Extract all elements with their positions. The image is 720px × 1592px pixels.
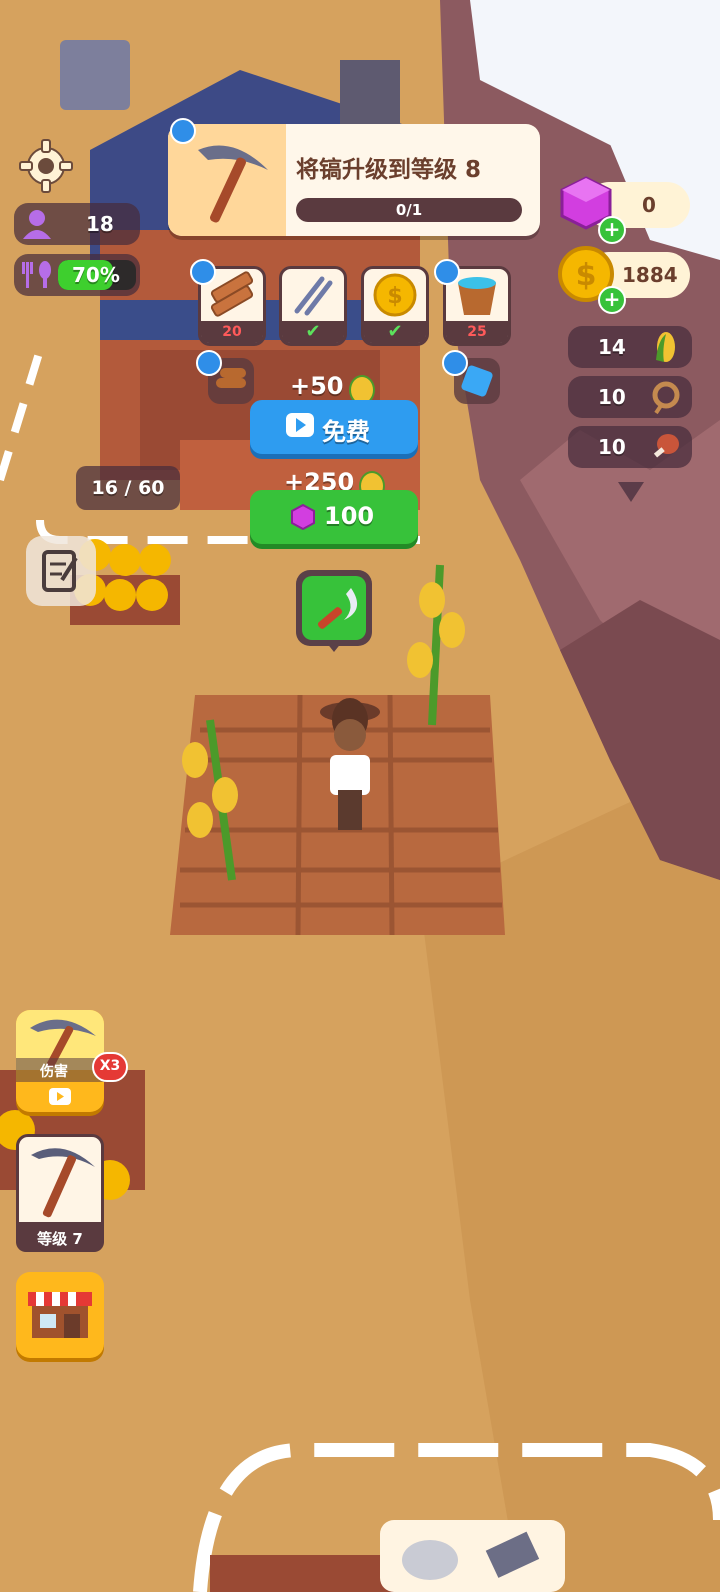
inventory-corn-count: 14: [598, 335, 626, 359]
add-gems-button[interactable]: +: [598, 216, 626, 244]
free-offer-amount: +50: [290, 372, 344, 400]
expand-inventory-icon[interactable]: [618, 482, 644, 502]
inventory-meat: 10: [568, 426, 692, 468]
shop-icon: [28, 1292, 92, 1338]
gems-value: 0: [642, 193, 656, 217]
requirement-coins-status: ✔: [364, 321, 426, 343]
gold-coin-icon: $: [373, 273, 417, 317]
upgrade-progress-text: 0/1: [395, 201, 423, 219]
requirement-coins[interactable]: $ ✔: [361, 266, 429, 346]
population-value: 18: [86, 212, 114, 236]
search-icon[interactable]: [170, 118, 196, 144]
notes-button[interactable]: [26, 536, 96, 606]
inventory-meat-count: 10: [598, 435, 626, 459]
coins-value: 1884: [622, 263, 678, 287]
upgrade-title: 将镐升级到等级 8: [296, 157, 482, 183]
checkmark-icon: ✔: [387, 321, 403, 342]
requirement-nails[interactable]: ✔: [279, 266, 347, 346]
svg-text:$: $: [387, 284, 402, 309]
fork-knife-icon: [20, 258, 54, 292]
video-play-icon: [286, 413, 314, 437]
food-percent: 70%: [72, 263, 120, 287]
requirement-nails-status: ✔: [282, 321, 344, 343]
search-icon[interactable]: [434, 259, 460, 285]
free-offer-label: 免费: [322, 418, 370, 446]
inventory-corn: 14: [568, 326, 692, 368]
pickaxe-level: 等级 7: [37, 1230, 83, 1248]
population-counter: 18: [14, 203, 140, 245]
svg-text:$: $: [576, 258, 597, 293]
free-offer-button[interactable]: 免费: [250, 400, 418, 454]
paid-offer-button[interactable]: 100: [250, 490, 418, 544]
damage-multiplier: X3: [99, 1058, 121, 1074]
nails-icon: [294, 276, 333, 316]
paid-offer-price: 100: [324, 502, 375, 530]
meat-icon: [650, 430, 682, 464]
pickaxe-icon: [198, 145, 268, 223]
add-coins-button[interactable]: +: [598, 286, 626, 314]
pickaxe-level-bar: 等级 7: [16, 1222, 104, 1252]
upgrade-panel[interactable]: 将镐升级到等级 8 0/1: [168, 118, 540, 236]
search-icon[interactable]: [196, 350, 222, 376]
food-meter: 70%: [14, 254, 140, 296]
search-icon[interactable]: [190, 259, 216, 285]
damage-boost-label: 伤害: [40, 1064, 68, 1080]
requirement-water-count: 25: [446, 321, 508, 343]
notepad-icon: [42, 550, 78, 592]
checkmark-icon: ✔: [305, 321, 321, 342]
damage-multiplier-badge: X3: [92, 1052, 128, 1082]
search-icon[interactable]: [442, 350, 468, 376]
corn-icon: [652, 330, 680, 364]
requirement-wood-count: 20: [201, 321, 263, 343]
harvest-action-button[interactable]: [296, 570, 372, 652]
storage-capacity: 16 / 60: [76, 466, 180, 510]
storage-text: 16 / 60: [91, 477, 165, 499]
person-icon: [20, 207, 54, 241]
sickle-icon: [317, 588, 358, 629]
pickaxe-tool-button[interactable]: 等级 7: [16, 1134, 104, 1252]
shop-button[interactable]: [16, 1272, 104, 1358]
gear-icon: [19, 139, 73, 193]
rope-icon: [650, 380, 682, 415]
inventory-rope-count: 10: [598, 385, 626, 409]
video-play-icon: [49, 1088, 71, 1105]
gem-icon: [290, 503, 316, 531]
pickaxe-icon: [31, 1148, 95, 1218]
inventory-rope: 10: [568, 376, 692, 418]
settings-button[interactable]: [18, 138, 74, 194]
damage-boost-button[interactable]: 伤害: [16, 1010, 104, 1112]
